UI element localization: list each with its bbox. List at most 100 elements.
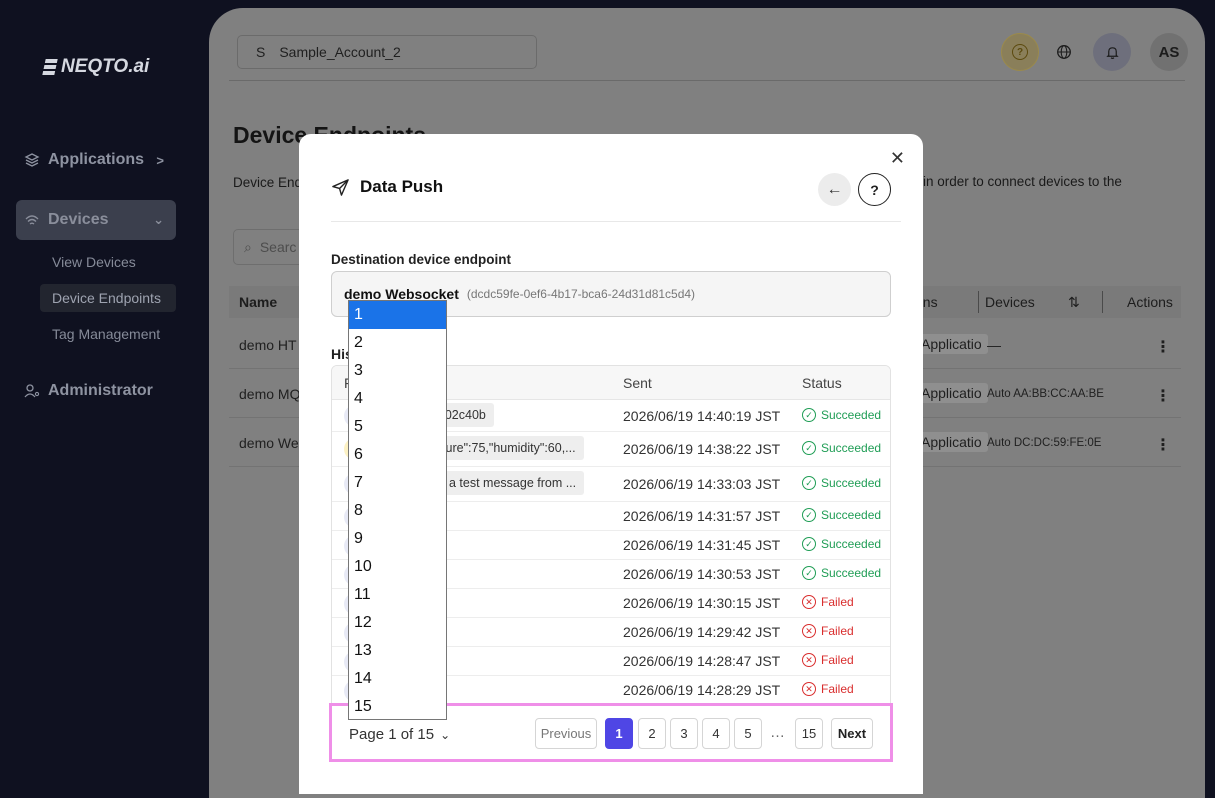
row-actions-icon[interactable]: ⋮	[1155, 337, 1171, 357]
back-arrow-icon[interactable]: ←	[818, 173, 851, 206]
check-circle-icon: ✓	[802, 476, 816, 490]
sent-time: 2026/06/19 14:31:57 JST	[623, 508, 781, 524]
close-icon[interactable]: ✕	[890, 148, 905, 169]
check-circle-icon: ✓	[802, 566, 816, 580]
sent-time: 2026/06/19 14:28:47 JST	[623, 653, 781, 669]
page-option[interactable]: 12	[349, 609, 446, 637]
col-sent: Sent	[623, 375, 652, 391]
pagination-ellipsis: …	[770, 724, 785, 741]
sent-time: 2026/06/19 14:31:45 JST	[623, 537, 781, 553]
page-2-button[interactable]: 2	[638, 718, 666, 749]
subnav-device-endpoints[interactable]: Device Endpoints	[40, 284, 176, 312]
user-cog-icon	[24, 384, 40, 398]
bell-icon	[1105, 46, 1119, 59]
notifications-button[interactable]	[1093, 33, 1131, 71]
page-option[interactable]: 3	[349, 357, 446, 385]
status-text: Succeeded	[821, 476, 882, 490]
status-text: Failed	[821, 682, 854, 696]
x-circle-icon: ✕	[802, 682, 816, 696]
help-button[interactable]: ?	[1001, 33, 1039, 71]
nav-applications[interactable]: Applications >	[16, 140, 176, 180]
nav-administrator[interactable]: Administrator	[16, 371, 176, 411]
chevron-right-icon: >	[156, 152, 164, 168]
page-option[interactable]: 2	[349, 329, 446, 357]
status-text: Failed	[821, 653, 854, 667]
row-name: demo HT	[239, 337, 297, 353]
sent-time: 2026/06/19 14:33:03 JST	[623, 476, 781, 492]
chevron-down-icon: ⌄	[153, 212, 164, 227]
status-badge: ✕ Failed	[802, 682, 854, 696]
sent-time: 2026/06/19 14:38:22 JST	[623, 441, 781, 457]
page-option[interactable]: 13	[349, 637, 446, 665]
previous-button[interactable]: Previous	[535, 718, 597, 749]
language-button[interactable]	[1045, 33, 1083, 71]
col-divider	[978, 291, 979, 313]
check-circle-icon: ✓	[802, 408, 816, 422]
wifi-icon	[25, 215, 39, 225]
status-badge: ✕ Failed	[802, 595, 854, 609]
help-circle-icon[interactable]: ?	[858, 173, 891, 206]
layers-icon	[24, 153, 40, 167]
sort-icon[interactable]: ⇅	[1068, 294, 1080, 311]
account-selector[interactable]: S Sample_Account_2	[237, 35, 537, 69]
page-15-button[interactable]: 15	[795, 718, 823, 749]
sent-time: 2026/06/19 14:30:53 JST	[623, 566, 781, 582]
logo-mark-icon	[42, 59, 58, 75]
status-text: Succeeded	[821, 408, 882, 422]
page-option[interactable]: 7	[349, 469, 446, 497]
topbar-divider	[229, 80, 1185, 81]
status-badge: ✓ Succeeded	[802, 408, 881, 422]
page-select-dropdown: 1 2 3 4 5 6 7 8 9 10 11 12 13 14 15	[348, 300, 447, 720]
page-option[interactable]: 1	[349, 301, 446, 329]
row-devices: —	[987, 337, 1001, 353]
col-divider	[1102, 291, 1103, 313]
row-devices: Auto DC:DC:59:FE:0E	[987, 437, 1102, 449]
page-3-button[interactable]: 3	[670, 718, 698, 749]
chevron-down-icon: ⌄	[440, 727, 451, 742]
send-icon	[332, 178, 349, 196]
page-option[interactable]: 4	[349, 385, 446, 413]
status-badge: ✓ Succeeded	[802, 441, 881, 455]
modal-title-text: Data Push	[360, 177, 444, 196]
modal-divider	[331, 221, 901, 222]
check-circle-icon: ✓	[802, 508, 816, 522]
sent-time: 2026/06/19 14:29:42 JST	[623, 624, 781, 640]
sent-time: 2026/06/19 14:40:19 JST	[623, 408, 781, 424]
page-option[interactable]: 6	[349, 441, 446, 469]
page-option[interactable]: 10	[349, 553, 446, 581]
help-circle-icon: ?	[1012, 44, 1028, 60]
check-circle-icon: ✓	[802, 441, 816, 455]
page-1-button[interactable]: 1	[605, 718, 633, 749]
subnav-tag-management[interactable]: Tag Management	[40, 320, 172, 348]
user-avatar-button[interactable]: AS	[1150, 33, 1188, 71]
page-option[interactable]: 14	[349, 665, 446, 693]
row-devices: Auto AA:BB:CC:AA:BE	[987, 388, 1104, 400]
page-select-label: Page 1 of 15	[349, 726, 435, 743]
status-badge: ✕ Failed	[802, 653, 854, 667]
modal-title: Data Push	[331, 177, 443, 197]
page-option[interactable]: 15	[349, 693, 446, 719]
status-badge: ✓ Succeeded	[802, 476, 881, 490]
page-description-tail: in order to connect devices to the	[923, 174, 1122, 189]
logo-text: NEQTO.ai	[61, 56, 150, 77]
destination-label: Destination device endpoint	[331, 252, 512, 267]
page-option[interactable]: 8	[349, 497, 446, 525]
nav-devices[interactable]: Devices ⌄	[16, 200, 176, 240]
col-status: Status	[802, 375, 842, 391]
next-button[interactable]: Next	[831, 718, 873, 749]
check-circle-icon: ✓	[802, 537, 816, 551]
page-option[interactable]: 5	[349, 413, 446, 441]
page-4-button[interactable]: 4	[702, 718, 730, 749]
col-devices: Devices	[985, 294, 1035, 310]
page-option[interactable]: 9	[349, 525, 446, 553]
page-5-button[interactable]: 5	[734, 718, 762, 749]
row-application: Applicatio	[915, 383, 988, 403]
status-badge: ✕ Failed	[802, 624, 854, 638]
page-option[interactable]: 11	[349, 581, 446, 609]
neqto-logo[interactable]: NEQTO.ai	[42, 56, 150, 78]
row-actions-icon[interactable]: ⋮	[1155, 386, 1171, 406]
sent-time: 2026/06/19 14:30:15 JST	[623, 595, 781, 611]
subnav-view-devices[interactable]: View Devices	[40, 248, 148, 276]
row-actions-icon[interactable]: ⋮	[1155, 435, 1171, 455]
page-select[interactable]: Page 1 of 15 ⌄	[349, 726, 450, 743]
